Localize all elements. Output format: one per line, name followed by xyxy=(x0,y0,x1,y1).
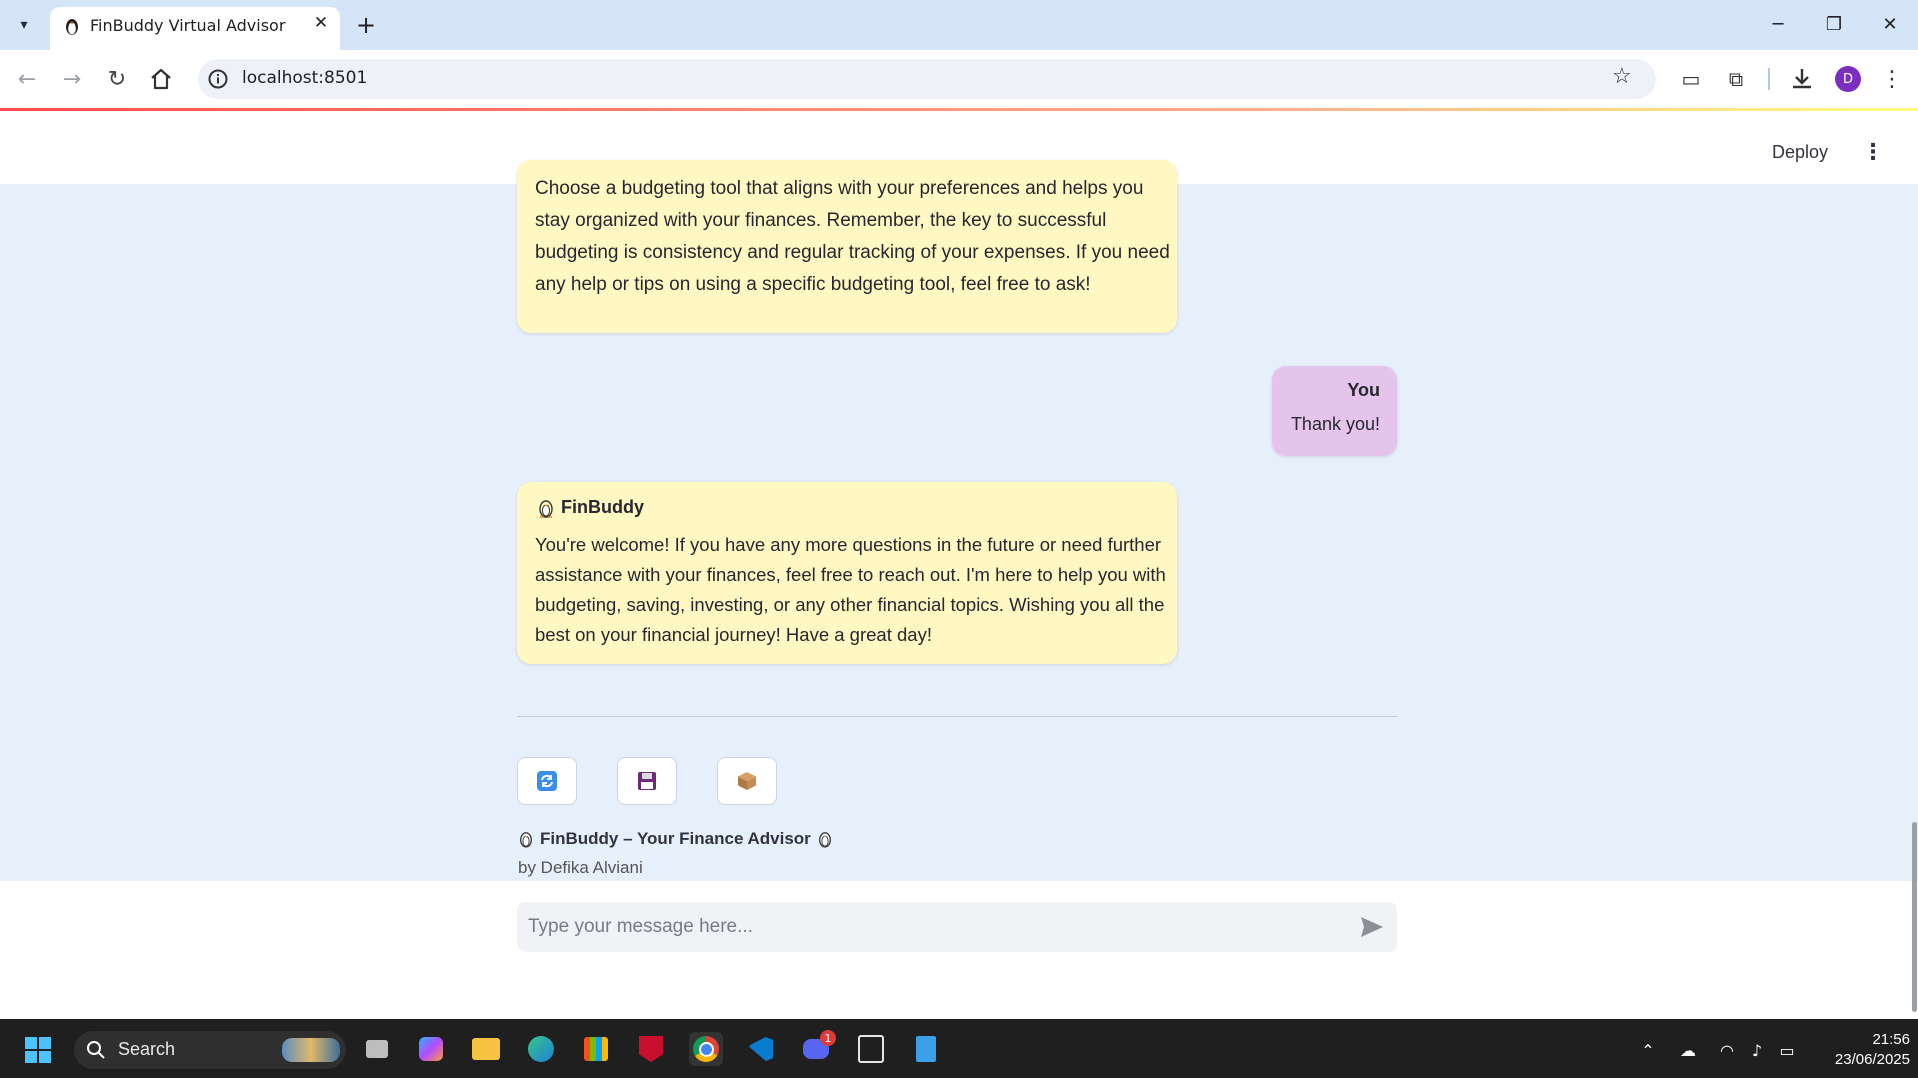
home-icon[interactable] xyxy=(148,67,174,91)
assistant-message-text: You're welcome! If you have any more que… xyxy=(535,534,1166,645)
minimize-icon[interactable]: ─ xyxy=(1758,10,1798,38)
windows-start-icon[interactable] xyxy=(24,1036,52,1064)
penguin-favicon-icon xyxy=(66,19,78,35)
footer-title: FinBuddy – Your Finance Advisor xyxy=(518,829,833,849)
footer-author: by Defika Alviani xyxy=(518,858,643,877)
footer-title-text: FinBuddy – Your Finance Advisor xyxy=(540,829,811,848)
tab-close-icon[interactable]: ✕ xyxy=(310,12,332,34)
assistant-sender-name: FinBuddy xyxy=(561,497,644,517)
wifi-icon[interactable]: ◠ xyxy=(1715,1038,1739,1062)
profile-avatar[interactable]: D xyxy=(1835,66,1861,92)
task-view-icon[interactable] xyxy=(360,1032,394,1066)
tab-search-chevron-icon[interactable]: ▾ xyxy=(8,10,40,40)
edge-browser-icon[interactable] xyxy=(524,1032,558,1066)
deploy-button[interactable]: Deploy xyxy=(1772,142,1828,163)
save-chat-button[interactable] xyxy=(617,757,677,805)
notepad-icon[interactable] xyxy=(909,1032,943,1066)
window-close-icon[interactable]: ✕ xyxy=(1870,10,1910,38)
user-message-text: Thank you! xyxy=(1290,414,1380,434)
refresh-icon xyxy=(537,771,557,791)
back-arrow-icon[interactable]: ← xyxy=(10,62,44,96)
send-icon[interactable] xyxy=(1358,913,1386,941)
user-sender-label: You xyxy=(1347,380,1380,400)
vscode-icon[interactable] xyxy=(744,1032,778,1066)
show-hidden-icons-chevron[interactable]: ⌃ xyxy=(1636,1038,1660,1062)
copilot-icon[interactable] xyxy=(414,1032,448,1066)
app-menu-icon[interactable]: ⋮ xyxy=(1862,140,1884,165)
mcafee-shield-icon[interactable] xyxy=(634,1032,668,1066)
file-explorer-icon[interactable] xyxy=(469,1032,503,1066)
penguin-icon xyxy=(520,832,532,848)
browser-menu-icon[interactable]: ⋮ xyxy=(1880,64,1904,94)
extensions-puzzle-icon[interactable]: ⧉ xyxy=(1721,64,1751,94)
battery-icon[interactable]: ▭ xyxy=(1775,1038,1799,1062)
reset-chat-button[interactable] xyxy=(517,757,577,805)
taskbar-clock-time[interactable]: 21:56 xyxy=(1830,1031,1910,1048)
chrome-taskbar-icon[interactable] xyxy=(689,1032,723,1066)
discord-notification-badge: 1 xyxy=(820,1030,836,1046)
taskbar-clock-date[interactable]: 23/06/2025 xyxy=(1805,1051,1910,1068)
media-router-icon[interactable]: ▭ xyxy=(1676,64,1706,94)
page-scrollbar[interactable] xyxy=(1912,822,1917,1012)
volume-icon[interactable]: ♪ xyxy=(1745,1038,1769,1062)
taskbar-search-label: Search xyxy=(118,1039,176,1059)
bookmark-star-icon[interactable]: ☆ xyxy=(1612,64,1632,89)
section-divider xyxy=(517,716,1397,717)
address-bar[interactable] xyxy=(198,59,1656,99)
download-icon[interactable] xyxy=(1789,66,1815,92)
chat-input[interactable] xyxy=(517,902,1397,952)
penguin-icon xyxy=(818,832,831,848)
url-text[interactable]: localhost:8501 xyxy=(242,68,367,88)
tab-title: FinBuddy Virtual Advisor xyxy=(90,16,286,35)
assistant-sender-label: FinBuddy xyxy=(537,497,644,518)
microsoft-store-icon[interactable] xyxy=(579,1032,613,1066)
reload-icon[interactable]: ↻ xyxy=(100,62,134,96)
onedrive-icon[interactable]: ☁ xyxy=(1676,1038,1700,1062)
forward-arrow-icon[interactable]: → xyxy=(55,62,89,96)
export-package-button[interactable] xyxy=(717,757,777,805)
search-highlight-image xyxy=(282,1038,340,1062)
floppy-disk-icon xyxy=(638,772,656,790)
search-icon xyxy=(87,1041,105,1059)
toolbar-divider xyxy=(1768,68,1770,90)
snipping-tool-icon[interactable] xyxy=(854,1032,888,1066)
penguin-icon xyxy=(539,499,553,518)
assistant-message-text: Choose a budgeting tool that aligns with… xyxy=(535,178,1170,295)
new-tab-button[interactable]: + xyxy=(352,11,380,39)
package-icon xyxy=(738,772,756,790)
restore-icon[interactable]: ❐ xyxy=(1814,10,1854,38)
site-info-icon[interactable] xyxy=(206,67,230,91)
